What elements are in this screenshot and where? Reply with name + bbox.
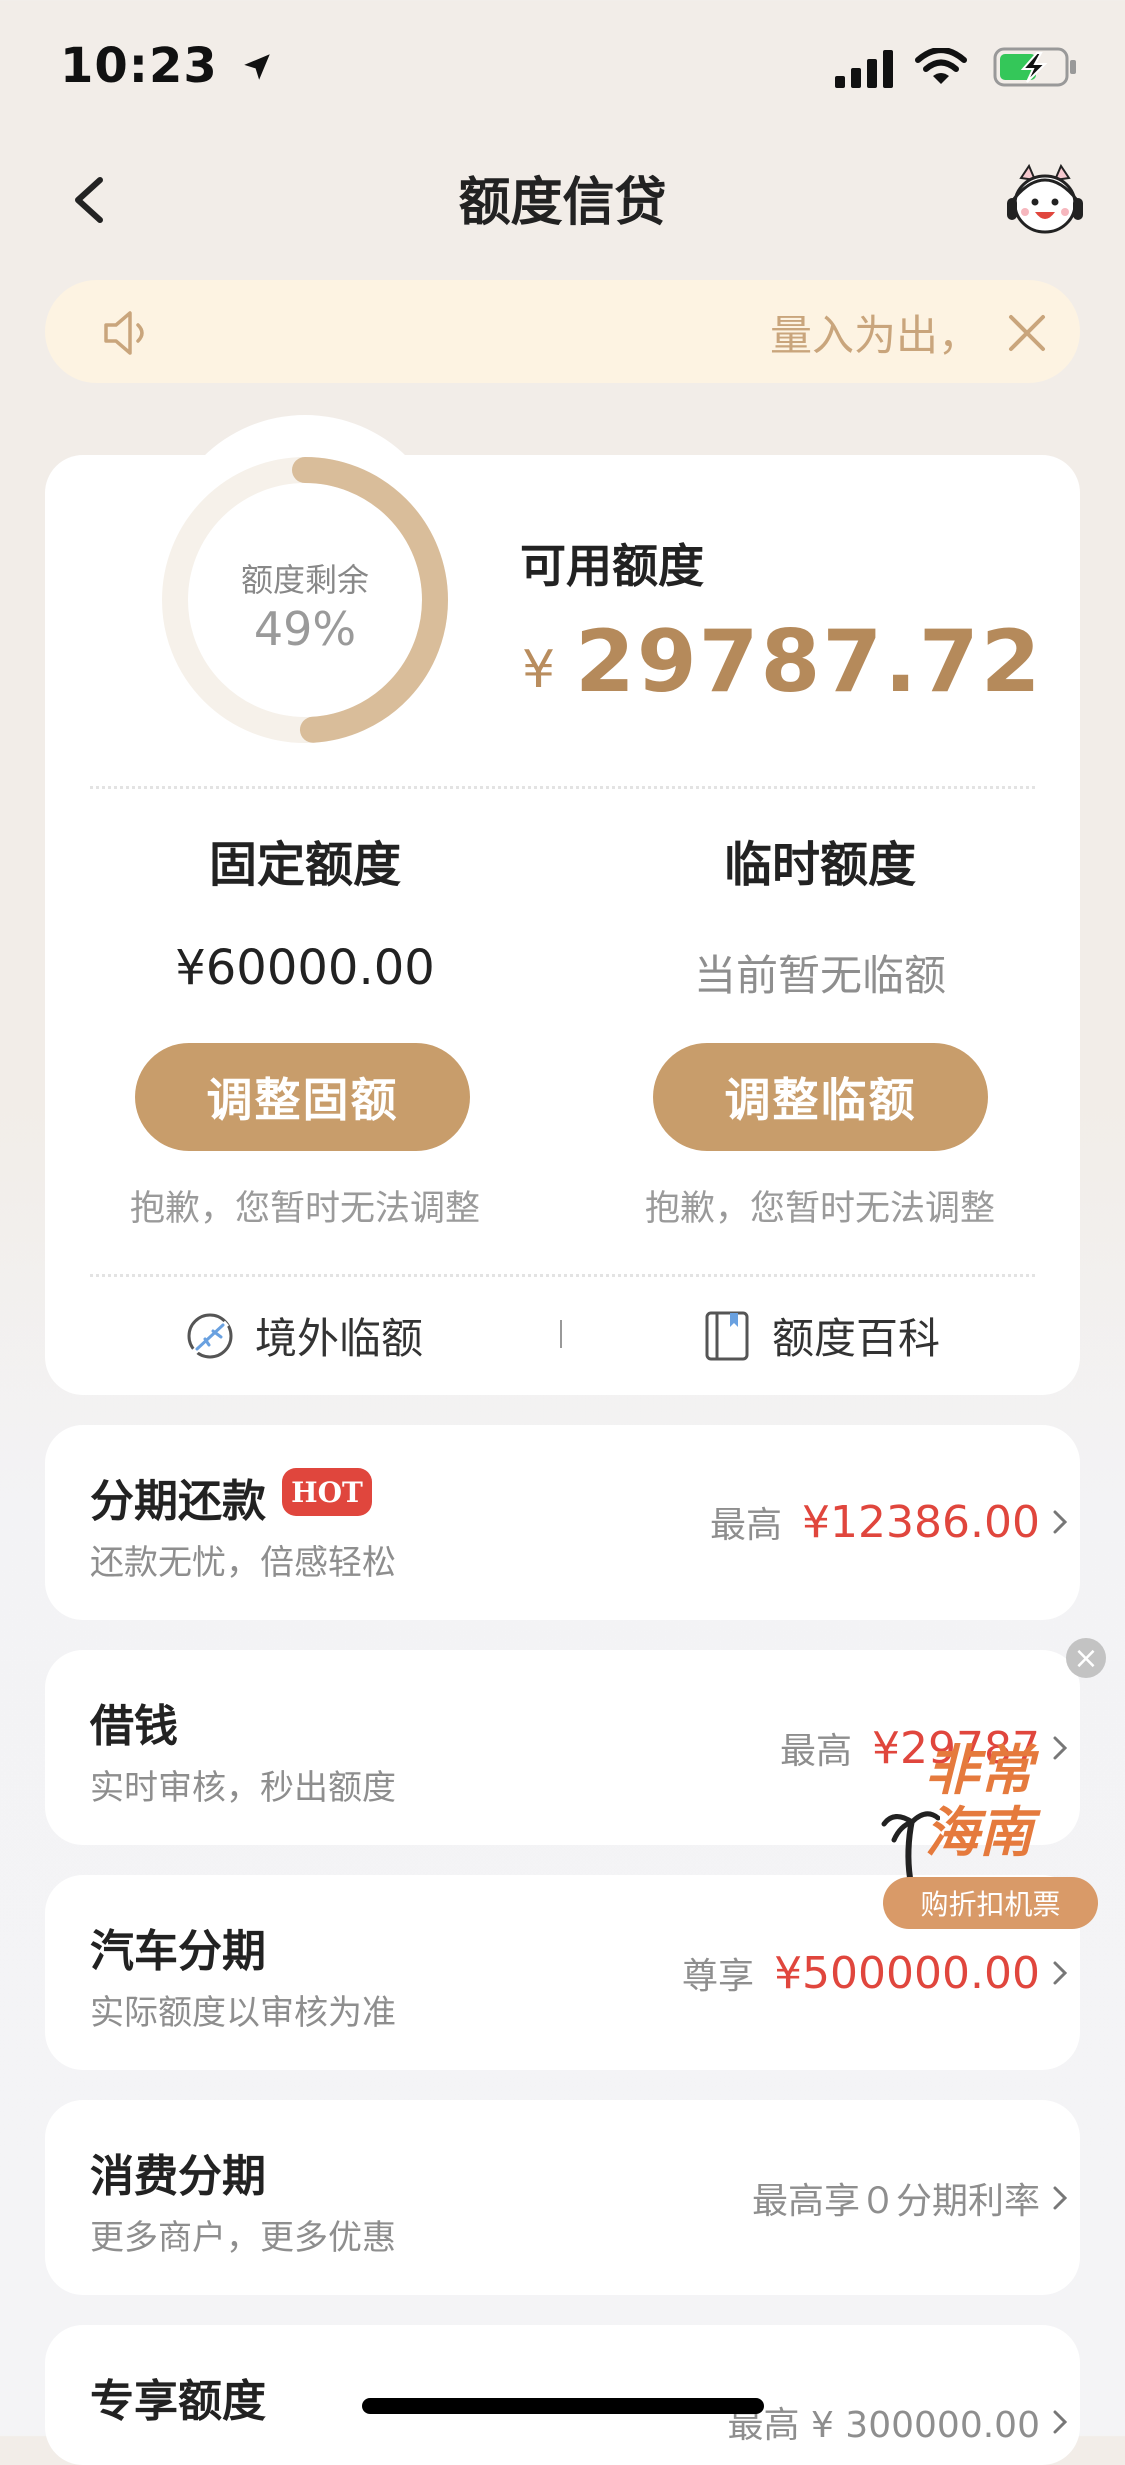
fixed-quota-value: ¥60000.00 [175, 940, 435, 996]
ring-label: 额度剩余 [240, 561, 369, 599]
status-time: 10:23 [60, 38, 274, 94]
chevron-right-icon [1045, 2392, 1075, 2452]
adjust-fixed-button[interactable]: 调整固额 [135, 1043, 470, 1151]
ring-value: 49% [253, 602, 357, 656]
divider [90, 1274, 1035, 1277]
ad-title: 非常 海南 [925, 1739, 1033, 1864]
home-indicator [362, 2398, 764, 2414]
list-subtitle: 还款无忧，倍感轻松 [90, 1543, 396, 1583]
available-label: 可用额度 [520, 539, 704, 593]
list-title: 专享额度 [90, 2376, 266, 2427]
chevron-right-icon [1045, 1943, 1075, 2003]
customer-service-button[interactable] [1005, 160, 1085, 240]
list-right-value: 最高享０分期利率 [751, 2181, 1040, 2222]
list-title: 借钱 [90, 1701, 178, 1752]
list-right-value: 尊享 ¥500000.00 [682, 1947, 1040, 1999]
status-indicators [835, 46, 1080, 88]
list-right-value: 最高 ¥12386.00 [710, 1496, 1040, 1548]
list-subtitle: 实际额度以审核为准 [90, 1993, 396, 2033]
list-subtitle: 实时审核，秒出额度 [90, 1768, 396, 1808]
list-subtitle: 更多商户，更多优惠 [90, 2218, 396, 2258]
close-icon [1009, 315, 1045, 351]
chevron-right-icon [1045, 2168, 1075, 2228]
temp-quota-title: 临时额度 [723, 837, 916, 893]
signal-icon [835, 46, 895, 88]
notice-close-button[interactable] [999, 305, 1055, 361]
temp-quota-value: 当前暂无临额 [693, 951, 946, 1000]
wifi-icon [915, 48, 967, 84]
quota-wiki-link[interactable]: 额度百科 [700, 1305, 940, 1366]
book-icon [705, 1311, 749, 1360]
ad-close-button[interactable]: × [1066, 1638, 1106, 1678]
divider [90, 786, 1035, 789]
link-separator [560, 1320, 562, 1348]
adjust-temp-button[interactable]: 调整临额 [653, 1043, 988, 1151]
close-icon: × [1073, 1640, 1099, 1676]
list-title: 消费分期 [90, 2151, 266, 2202]
available-amount: 29787.72 [575, 612, 1043, 712]
battery-charging-icon [993, 47, 1076, 87]
fixed-quota-title: 固定额度 [208, 837, 401, 893]
list-title: 汽车分期 [90, 1926, 266, 1977]
chevron-right-icon [1045, 1492, 1075, 1552]
fixed-note: 抱歉，您暂时无法调整 [129, 1189, 480, 1229]
notice-text: 量入为出， [769, 311, 980, 360]
overseas-temp-quota-link[interactable]: 境外临额 [183, 1305, 423, 1366]
temp-note: 抱歉，您暂时无法调整 [644, 1189, 995, 1229]
ad-buy-ticket-button[interactable]: 购折扣机票 [883, 1877, 1098, 1929]
speaker-icon [104, 311, 144, 355]
plane-globe-icon [187, 1313, 233, 1358]
currency-symbol: ¥ [522, 640, 556, 700]
list-right-value: 最高 ¥ 300000.00 [727, 2405, 1040, 2446]
mascot-icon [1007, 163, 1083, 234]
list-title: 分期还款 [90, 1476, 266, 1527]
location-arrow-icon [243, 54, 270, 80]
hot-badge: HOT [282, 1468, 372, 1516]
page-title: 额度信贷 [458, 173, 667, 233]
